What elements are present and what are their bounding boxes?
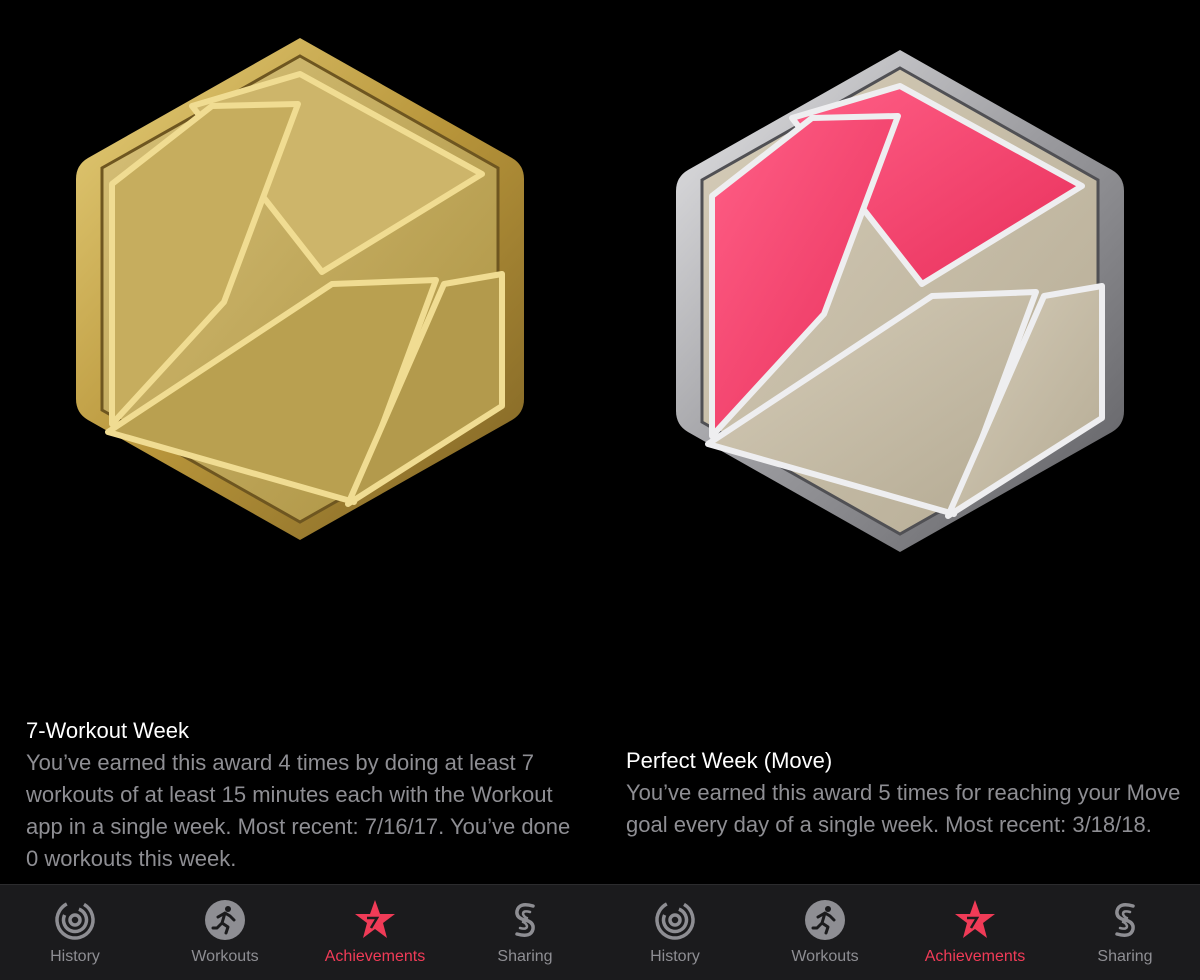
sharing-s-icon	[515, 903, 535, 937]
tab-workouts[interactable]: Workouts	[150, 885, 300, 980]
tab-sharing[interactable]: Sharing	[1050, 885, 1200, 980]
award-description: You’ve earned this award 5 times for rea…	[626, 780, 1181, 837]
tab-history[interactable]: History	[0, 885, 150, 980]
tab-workouts[interactable]: Workouts	[750, 885, 900, 980]
runner-icon	[805, 900, 845, 940]
tab-label: Sharing	[497, 948, 553, 965]
sharing-s-icon	[1115, 903, 1135, 937]
tab-achievements[interactable]: Achievements	[900, 885, 1050, 980]
star-award-icon	[955, 900, 995, 938]
tab-bar: History Workouts Achievements Sharing Hi	[0, 884, 1200, 980]
tab-label: Achievements	[924, 948, 1026, 965]
tab-sharing[interactable]: Sharing	[450, 885, 600, 980]
award-title: Perfect Week (Move)	[626, 748, 833, 773]
award-panel-perfect-week-move: Perfect Week (Move) You’ve earned this a…	[600, 0, 1200, 884]
award-description: You’ve earned this award 4 times by doin…	[26, 750, 571, 871]
runner-icon	[205, 900, 245, 940]
history-rings-icon	[55, 900, 95, 940]
tab-history[interactable]: History	[600, 885, 750, 980]
tab-label: Workouts	[191, 948, 259, 965]
history-rings-icon	[655, 900, 695, 940]
perfect-week-move-silver-badge-icon[interactable]	[672, 46, 1128, 556]
seven-workout-week-gold-badge-icon[interactable]	[72, 34, 528, 544]
tab-label: Sharing	[1097, 948, 1153, 965]
tab-label: Workouts	[791, 948, 859, 965]
tab-label: History	[50, 948, 100, 965]
award-panel-7-workout-week: 7-Workout Week You’ve earned this award …	[0, 0, 600, 884]
award-info-perfect-week-move: Perfect Week (Move) You’ve earned this a…	[626, 745, 1186, 841]
award-title: 7-Workout Week	[26, 718, 190, 743]
tab-achievements[interactable]: Achievements	[300, 885, 450, 980]
tab-label: History	[650, 948, 700, 965]
tab-label: Achievements	[324, 948, 426, 965]
award-info-7-workout-week: 7-Workout Week You’ve earned this award …	[26, 715, 586, 875]
star-award-icon	[355, 900, 395, 938]
